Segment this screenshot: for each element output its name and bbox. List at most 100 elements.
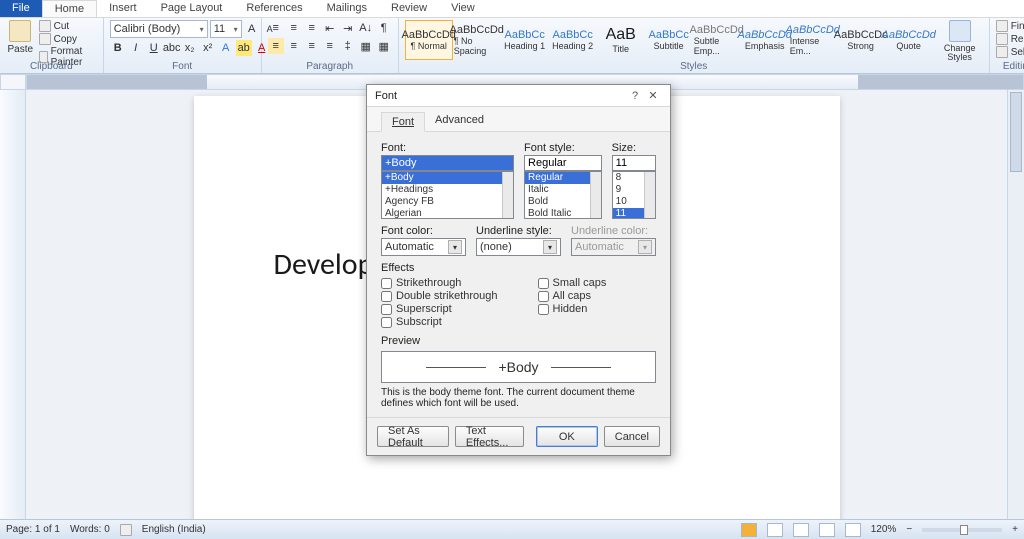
show-marks-button[interactable]: ¶ — [376, 20, 392, 36]
style-tile-intense-em-[interactable]: AaBbCcDdIntense Em... — [789, 20, 837, 60]
dstrike-checkbox[interactable]: Double strikethrough — [381, 290, 498, 302]
set-default-button[interactable]: Set As Default — [377, 426, 449, 447]
font-list[interactable]: +Body+HeadingsAgency FBAlgerianArial — [381, 171, 514, 219]
view-draft-button[interactable] — [845, 523, 861, 537]
allcaps-checkbox[interactable]: All caps — [538, 290, 607, 302]
vertical-ruler[interactable] — [0, 90, 26, 530]
tab-file[interactable]: File — [0, 0, 42, 17]
font-size-input[interactable]: 11 — [612, 155, 656, 171]
zoom-out-button[interactable]: − — [906, 524, 912, 535]
dialog-tab-advanced[interactable]: Advanced — [425, 111, 494, 131]
view-print-layout-button[interactable] — [741, 523, 757, 537]
dialog-tab-font[interactable]: Font — [381, 112, 425, 132]
tab-insert[interactable]: Insert — [97, 0, 149, 17]
find-icon — [996, 20, 1008, 32]
smallcaps-checkbox[interactable]: Small caps — [538, 277, 607, 289]
subscript-button[interactable]: x₂ — [182, 40, 198, 56]
strike-checkbox[interactable]: Strikethrough — [381, 277, 498, 289]
copy-button[interactable]: Copy — [39, 33, 97, 45]
select-icon — [996, 46, 1008, 58]
font-name-combo[interactable]: Calibri (Body)▾ — [110, 20, 208, 38]
copy-label: Copy — [54, 34, 77, 45]
dec-indent-button[interactable]: ⇤ — [322, 20, 338, 36]
dialog-close-button[interactable]: ✕ — [644, 89, 662, 102]
tab-pagelayout[interactable]: Page Layout — [149, 0, 235, 17]
borders-button[interactable]: ▦ — [376, 38, 392, 54]
underline-button[interactable]: U — [146, 40, 162, 56]
tab-mailings[interactable]: Mailings — [315, 0, 379, 17]
font-style-input[interactable]: Regular — [524, 155, 602, 171]
font-color-dropdown[interactable]: Automatic▾ — [381, 238, 466, 256]
multilevel-button[interactable]: ≡ — [304, 20, 320, 36]
bullets-button[interactable]: ≡ — [268, 20, 284, 36]
spell-check-icon[interactable] — [120, 524, 132, 536]
inc-indent-button[interactable]: ⇥ — [340, 20, 356, 36]
scrollbar-thumb[interactable] — [1010, 92, 1022, 172]
paste-button[interactable]: Paste — [6, 20, 35, 55]
view-fullscreen-button[interactable] — [767, 523, 783, 537]
tab-view[interactable]: View — [439, 0, 487, 17]
hidden-checkbox[interactable]: Hidden — [538, 303, 607, 315]
underline-style-dropdown[interactable]: (none)▾ — [476, 238, 561, 256]
zoom-slider-thumb[interactable] — [960, 525, 968, 535]
text-effects-button[interactable]: A — [218, 40, 234, 56]
font-size-list[interactable]: 89101112 — [612, 171, 656, 219]
tab-review[interactable]: Review — [379, 0, 439, 17]
style-tile--no-spacing[interactable]: AaBbCcDd¶ No Spacing — [453, 20, 501, 60]
style-tile-strong[interactable]: AaBbCcDcStrong — [837, 20, 885, 60]
highlight-button[interactable]: ab — [236, 40, 252, 56]
select-button[interactable]: Select — [996, 46, 1024, 58]
zoom-slider[interactable] — [922, 528, 1002, 532]
align-right-button[interactable]: ≡ — [304, 38, 320, 54]
dialog-help-button[interactable]: ? — [626, 90, 644, 102]
zoom-in-button[interactable]: + — [1012, 524, 1018, 535]
status-page[interactable]: Page: 1 of 1 — [6, 524, 60, 535]
style-tile--normal[interactable]: AaBbCcDd¶ Normal — [405, 20, 453, 60]
style-sample: AaB — [606, 26, 636, 44]
sort-button[interactable]: A↓ — [358, 20, 374, 36]
vertical-scrollbar[interactable] — [1007, 90, 1024, 530]
style-tile-heading-1[interactable]: AaBbCcHeading 1 — [501, 20, 549, 60]
style-tile-quote[interactable]: AaBbCcDdQuote — [885, 20, 933, 60]
shading-button[interactable]: ▦ — [358, 38, 374, 54]
zoom-level[interactable]: 120% — [871, 524, 897, 535]
style-name: Strong — [847, 41, 874, 51]
style-tile-emphasis[interactable]: AaBbCcDdEmphasis — [741, 20, 789, 60]
align-left-button[interactable]: ≡ — [268, 38, 284, 54]
font-name-input[interactable]: +Body — [381, 155, 514, 171]
list-item[interactable]: Agency FB — [382, 196, 513, 208]
change-styles-button[interactable]: Change Styles — [937, 20, 983, 62]
list-item[interactable]: +Headings — [382, 184, 513, 196]
list-item[interactable]: +Body — [382, 172, 513, 184]
view-web-button[interactable] — [793, 523, 809, 537]
superscript-button[interactable]: x² — [200, 40, 216, 56]
grow-font-button[interactable]: A — [244, 21, 260, 37]
strike-button[interactable]: abc — [164, 40, 180, 56]
cut-button[interactable]: Cut — [39, 20, 97, 32]
tab-references[interactable]: References — [234, 0, 314, 17]
view-outline-button[interactable] — [819, 523, 835, 537]
align-center-button[interactable]: ≡ — [286, 38, 302, 54]
font-style-list[interactable]: RegularItalicBoldBold Italic — [524, 171, 602, 219]
italic-button[interactable]: I — [128, 40, 144, 56]
style-tile-title[interactable]: AaBTitle — [597, 20, 645, 60]
superscript-checkbox[interactable]: Superscript — [381, 303, 498, 315]
status-language[interactable]: English (India) — [142, 524, 206, 535]
tab-home[interactable]: Home — [42, 0, 97, 17]
ok-button[interactable]: OK — [536, 426, 598, 447]
find-button[interactable]: Find — [996, 20, 1024, 32]
status-words[interactable]: Words: 0 — [70, 524, 110, 535]
justify-button[interactable]: ≡ — [322, 38, 338, 54]
cancel-button[interactable]: Cancel — [604, 426, 660, 447]
font-size-combo[interactable]: 11▾ — [210, 20, 242, 38]
style-tile-heading-2[interactable]: AaBbCcHeading 2 — [549, 20, 597, 60]
replace-button[interactable]: Replace — [996, 33, 1024, 45]
style-tile-subtle-emp-[interactable]: AaBbCcDdSubtle Emp... — [693, 20, 741, 60]
numbering-button[interactable]: ≡ — [286, 20, 302, 36]
style-tile-subtitle[interactable]: AaBbCcSubtitle — [645, 20, 693, 60]
subscript-checkbox[interactable]: Subscript — [381, 316, 498, 328]
bold-button[interactable]: B — [110, 40, 126, 56]
line-spacing-button[interactable]: ‡ — [340, 38, 356, 54]
text-effects-button[interactable]: Text Effects... — [455, 426, 524, 447]
list-item[interactable]: Algerian — [382, 208, 513, 219]
